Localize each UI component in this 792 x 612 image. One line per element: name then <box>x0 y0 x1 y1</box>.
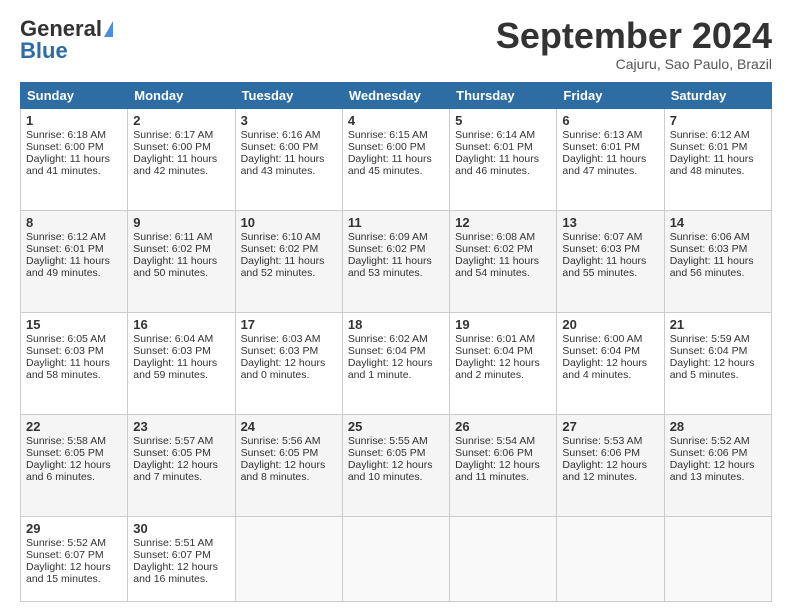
month-title: September 2024 <box>496 16 772 56</box>
logo: General Blue <box>20 16 113 64</box>
table-row: 18Sunrise: 6:02 AMSunset: 6:04 PMDayligh… <box>342 312 449 414</box>
table-row: 1Sunrise: 6:18 AMSunset: 6:00 PMDaylight… <box>21 108 128 210</box>
header: General Blue September 2024 Cajuru, Sao … <box>20 16 772 72</box>
table-row <box>235 517 342 602</box>
table-row: 4Sunrise: 6:15 AMSunset: 6:00 PMDaylight… <box>342 108 449 210</box>
table-row: 27Sunrise: 5:53 AMSunset: 6:06 PMDayligh… <box>557 415 664 517</box>
table-row: 29Sunrise: 5:52 AMSunset: 6:07 PMDayligh… <box>21 517 128 602</box>
table-row <box>450 517 557 602</box>
table-row <box>557 517 664 602</box>
table-row: 7Sunrise: 6:12 AMSunset: 6:01 PMDaylight… <box>664 108 771 210</box>
header-friday: Friday <box>557 82 664 108</box>
title-area: September 2024 Cajuru, Sao Paulo, Brazil <box>496 16 772 72</box>
table-row: 19Sunrise: 6:01 AMSunset: 6:04 PMDayligh… <box>450 312 557 414</box>
table-row: 12Sunrise: 6:08 AMSunset: 6:02 PMDayligh… <box>450 210 557 312</box>
logo-blue: Blue <box>20 38 68 64</box>
table-row: 11Sunrise: 6:09 AMSunset: 6:02 PMDayligh… <box>342 210 449 312</box>
table-row: 21Sunrise: 5:59 AMSunset: 6:04 PMDayligh… <box>664 312 771 414</box>
header-tuesday: Tuesday <box>235 82 342 108</box>
calendar-table: Sunday Monday Tuesday Wednesday Thursday… <box>20 82 772 602</box>
table-row: 28Sunrise: 5:52 AMSunset: 6:06 PMDayligh… <box>664 415 771 517</box>
table-row: 26Sunrise: 5:54 AMSunset: 6:06 PMDayligh… <box>450 415 557 517</box>
table-row: 22Sunrise: 5:58 AMSunset: 6:05 PMDayligh… <box>21 415 128 517</box>
table-row: 25Sunrise: 5:55 AMSunset: 6:05 PMDayligh… <box>342 415 449 517</box>
table-row: 14Sunrise: 6:06 AMSunset: 6:03 PMDayligh… <box>664 210 771 312</box>
table-row: 23Sunrise: 5:57 AMSunset: 6:05 PMDayligh… <box>128 415 235 517</box>
page: General Blue September 2024 Cajuru, Sao … <box>0 0 792 612</box>
calendar-header-row: Sunday Monday Tuesday Wednesday Thursday… <box>21 82 772 108</box>
table-row <box>342 517 449 602</box>
table-row: 10Sunrise: 6:10 AMSunset: 6:02 PMDayligh… <box>235 210 342 312</box>
table-row: 16Sunrise: 6:04 AMSunset: 6:03 PMDayligh… <box>128 312 235 414</box>
header-thursday: Thursday <box>450 82 557 108</box>
table-row: 13Sunrise: 6:07 AMSunset: 6:03 PMDayligh… <box>557 210 664 312</box>
table-row: 15Sunrise: 6:05 AMSunset: 6:03 PMDayligh… <box>21 312 128 414</box>
table-row: 5Sunrise: 6:14 AMSunset: 6:01 PMDaylight… <box>450 108 557 210</box>
logo-triangle-icon <box>104 21 113 37</box>
table-row: 8Sunrise: 6:12 AMSunset: 6:01 PMDaylight… <box>21 210 128 312</box>
header-saturday: Saturday <box>664 82 771 108</box>
header-wednesday: Wednesday <box>342 82 449 108</box>
table-row: 9Sunrise: 6:11 AMSunset: 6:02 PMDaylight… <box>128 210 235 312</box>
table-row <box>664 517 771 602</box>
table-row: 17Sunrise: 6:03 AMSunset: 6:03 PMDayligh… <box>235 312 342 414</box>
location-subtitle: Cajuru, Sao Paulo, Brazil <box>496 56 772 72</box>
table-row: 24Sunrise: 5:56 AMSunset: 6:05 PMDayligh… <box>235 415 342 517</box>
header-monday: Monday <box>128 82 235 108</box>
table-row: 30Sunrise: 5:51 AMSunset: 6:07 PMDayligh… <box>128 517 235 602</box>
table-row: 20Sunrise: 6:00 AMSunset: 6:04 PMDayligh… <box>557 312 664 414</box>
table-row: 3Sunrise: 6:16 AMSunset: 6:00 PMDaylight… <box>235 108 342 210</box>
table-row: 2Sunrise: 6:17 AMSunset: 6:00 PMDaylight… <box>128 108 235 210</box>
table-row: 6Sunrise: 6:13 AMSunset: 6:01 PMDaylight… <box>557 108 664 210</box>
header-sunday: Sunday <box>21 82 128 108</box>
